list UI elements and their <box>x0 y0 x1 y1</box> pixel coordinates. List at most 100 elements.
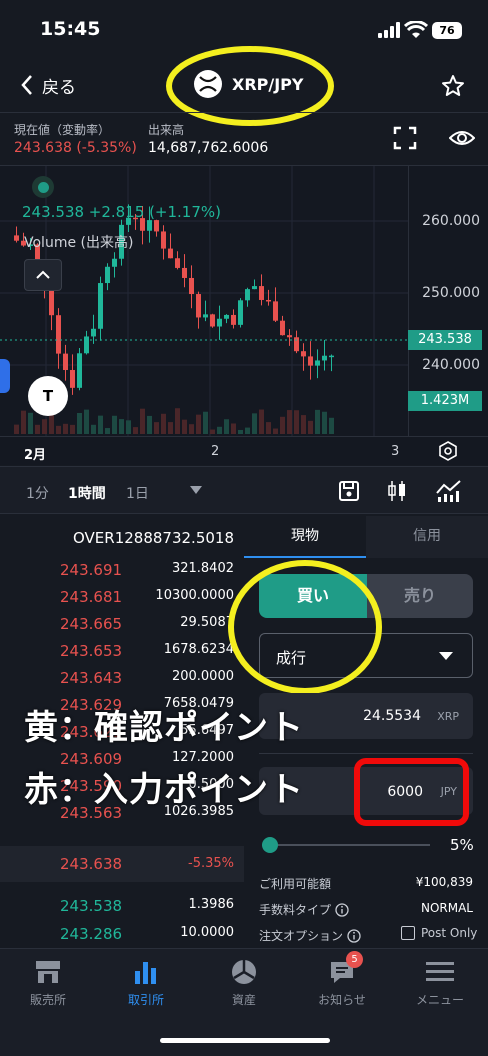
volume-bar <box>119 419 124 434</box>
volume-bar <box>224 419 229 434</box>
notification-badge: 5 <box>346 951 363 968</box>
fullscreen-icon[interactable] <box>393 126 417 150</box>
nav-label: メニュー <box>415 993 464 1007</box>
indicators-icon[interactable] <box>436 479 462 503</box>
status-time: 15:45 <box>40 18 101 40</box>
timeframe-dropdown-icon[interactable] <box>189 485 203 495</box>
ask-row[interactable]: 243.653 1678.6234 <box>0 642 244 668</box>
volume-bar <box>168 422 173 434</box>
volume-bar <box>175 408 180 434</box>
ask-row[interactable]: 243.665 29.5087 <box>0 615 244 641</box>
candle-body <box>189 277 194 295</box>
volume-bar <box>133 427 138 434</box>
eye-icon[interactable] <box>449 127 475 149</box>
volume-bar <box>126 420 131 434</box>
nav-item-notices[interactable]: 5 お知らせ <box>294 951 390 1008</box>
nav-item-menu[interactable]: メニュー <box>392 957 488 1008</box>
volume-bar <box>98 415 103 434</box>
info-icon[interactable] <box>335 902 349 917</box>
candle-body <box>84 336 89 354</box>
volume-bar <box>63 423 68 434</box>
nav-label: 資産 <box>231 993 256 1007</box>
fee-type-value: NORMAL <box>420 901 473 915</box>
nav-item-shop[interactable]: 販売所 <box>0 957 96 1008</box>
volume-value: 14,687,762.6006 <box>148 140 269 156</box>
candle-body <box>238 300 243 325</box>
ask-price: 243.691 <box>60 561 123 579</box>
ask-row[interactable]: 243.643 200.0000 <box>0 669 244 695</box>
nav-label: お知らせ <box>318 993 366 1007</box>
nav-item-assets[interactable]: 資産 <box>196 957 292 1008</box>
fee-type-row: 手数料タイプ <box>259 901 349 918</box>
volume-bar <box>280 416 285 434</box>
ask-quantity: 1678.6234 <box>163 642 234 657</box>
amount-slider[interactable] <box>262 836 430 854</box>
price-chart[interactable]: 243.538 +2.815 (+1.17%) Volume (出来高) T 2… <box>0 165 488 465</box>
candle-body <box>287 335 292 338</box>
bid-row[interactable]: 243.538 1.3986 <box>0 897 244 923</box>
chevron-up-icon <box>36 270 50 279</box>
volume-bar <box>217 426 222 434</box>
slider-handle[interactable] <box>262 837 278 853</box>
candle-body <box>168 248 173 259</box>
save-icon[interactable] <box>338 480 360 502</box>
volume-bar <box>308 420 313 434</box>
candle-body <box>315 360 320 366</box>
volume-bar <box>231 423 236 434</box>
ask-quantity: 200.0000 <box>171 669 234 684</box>
candle-body <box>175 258 180 268</box>
side-panel-handle[interactable] <box>0 359 10 393</box>
candle-body <box>154 220 159 232</box>
candle-body <box>308 356 313 366</box>
timeframe-1m[interactable]: 1分 <box>26 483 49 503</box>
volume-bar <box>21 410 26 434</box>
collapse-legend-button[interactable] <box>24 259 62 291</box>
candlestick-type-icon[interactable] <box>386 479 408 503</box>
order-option-label: 注文オプション <box>259 929 344 943</box>
volume-bar <box>287 410 292 434</box>
chart-settings-icon[interactable] <box>438 441 458 461</box>
volume-bar <box>84 409 89 434</box>
candle-body <box>49 289 54 316</box>
ask-row[interactable]: 243.691 321.8402 <box>0 561 244 587</box>
candle-body <box>147 220 152 231</box>
fee-type-label: 手数料タイプ <box>259 903 332 917</box>
orderbook-header: OVER12888732.5018 <box>73 529 234 547</box>
back-button[interactable]: 戻る <box>20 70 76 100</box>
back-label: 戻る <box>42 77 76 98</box>
slider-percent: 5% <box>450 836 474 854</box>
pie-chart-icon <box>232 960 256 984</box>
volume-bar <box>182 419 187 434</box>
current-price-label: 現在値（変動率） <box>14 123 111 137</box>
nav-label: 販売所 <box>29 993 66 1007</box>
indicator-dot <box>32 176 54 198</box>
home-indicator <box>160 1038 330 1043</box>
post-only-option[interactable]: Post Only <box>401 926 477 940</box>
tab-spot[interactable]: 現物 <box>244 516 366 558</box>
volume-bar <box>105 428 110 434</box>
post-only-label: Post Only <box>421 926 478 940</box>
candle-body <box>161 231 166 249</box>
ask-row[interactable]: 243.681 10300.0000 <box>0 588 244 614</box>
candle-body <box>224 314 229 319</box>
bid-quantity: 1.3986 <box>188 897 235 912</box>
volume-legend: Volume (出来高) <box>24 235 134 251</box>
ask-price: 243.681 <box>60 588 123 606</box>
volume-bar <box>329 417 334 434</box>
battery-indicator: 76 <box>432 22 462 39</box>
volume-bar <box>42 419 47 434</box>
tab-margin[interactable]: 信用 <box>366 516 488 558</box>
info-icon[interactable] <box>347 928 361 943</box>
nav-item-exchange[interactable]: 取引所 <box>98 957 194 1008</box>
post-only-checkbox[interactable] <box>401 926 415 940</box>
timeframe-1d[interactable]: 1日 <box>126 483 149 503</box>
star-icon[interactable] <box>441 74 465 98</box>
timeframe-1h[interactable]: 1時間 <box>68 483 106 503</box>
price-change-legend: 243.538 +2.815 (+1.17%) <box>22 203 221 221</box>
candle-body <box>280 320 285 336</box>
y-tick-label: 250.000 <box>422 285 480 301</box>
yellow-annotation-text: 黄：確認ポイント <box>24 708 304 748</box>
quantity-unit: XRP <box>437 710 459 723</box>
candle-body <box>203 314 208 318</box>
divider <box>259 753 473 754</box>
